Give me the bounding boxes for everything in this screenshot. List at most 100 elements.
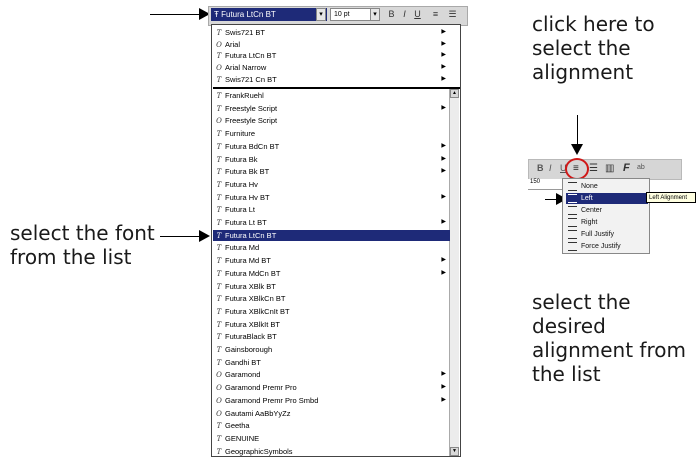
alignment-arrow-head [571,144,583,155]
italic-icon[interactable]: I [399,9,410,20]
truetype-icon: T [216,244,222,253]
annotation-line: from the list [10,245,132,269]
font-list-item[interactable]: T Furniture [213,128,450,139]
font-list-item[interactable]: T Futura LtCn BT [213,229,450,241]
font-name: Freestyle Script [225,116,278,126]
opentype-icon: O [216,409,222,418]
bold-icon[interactable]: B [537,163,544,173]
align-icon[interactable]: ≡ [430,9,441,20]
font-list-item[interactable]: T Futura XBlkCn BT [213,293,450,304]
truetype-icon: T [216,346,222,354]
submenu-arrow-icon: ▶ [441,269,446,276]
font-name: Garamond Premr Pro Smbd [225,395,319,405]
list-icon[interactable]: ☰ [447,9,458,20]
size-dropdown-button[interactable]: ▾ [370,8,380,21]
truetype-icon: T [216,206,222,215]
alignment-option[interactable]: Right [566,217,648,228]
font-list-item[interactable]: O Freestyle Script [213,115,450,126]
font-name-value: Futura LtCn BT [221,10,276,19]
font-list-item[interactable]: T Futura Hv BT ▶ [213,192,450,203]
font-list-item[interactable]: T Futura Lt [213,204,450,215]
truetype-icon: T [216,295,222,304]
alignment-option[interactable]: Full Justify [566,229,648,240]
font-list-item[interactable]: T GENUINE [213,433,450,444]
alignment-tooltip: Left Alignment [646,192,696,203]
alignment-option-icon [568,241,577,251]
font-name: Futura Lt BT [225,218,267,227]
font-name: Futura Md [225,243,260,253]
font-arrow-line [160,236,200,237]
font-name: Futura Hv BT [225,192,270,202]
alignment-option-label: Full Justify [581,231,615,238]
truetype-icon: T [216,231,222,240]
annotation-select-alignment: select the desired alignment from the li… [532,290,697,386]
opentype-icon: O [216,371,222,380]
truetype-icon: T [216,92,222,100]
bold-icon[interactable]: B [386,9,397,20]
columns-icon[interactable]: ▥ [605,163,614,174]
font-list-item[interactable]: T Futura XBlkCnIt BT [213,306,450,317]
font-list-item[interactable]: T Gandhi BT [213,357,450,368]
font-list-item[interactable]: T Futura Lt BT ▶ [213,217,450,228]
opentype-icon: O [216,117,222,126]
alignment-option[interactable]: Center [566,205,648,216]
font-list-item[interactable]: T Futura XBlk BT [213,281,450,292]
font-list-item[interactable]: T Futura LtCn BT ▶ [213,50,450,61]
font-list-item[interactable]: T FuturaBlack BT [213,331,450,342]
font-list-item[interactable]: O Arial ▶ [213,39,450,50]
alignment-menu[interactable]: None Left Center Right Full Justify Force Jus… [562,178,650,254]
font-list-item[interactable]: T Freestyle Script ▶ [213,103,450,114]
underline-icon[interactable]: U [412,9,423,20]
truetype-icon: T [216,130,222,139]
font-list-item[interactable]: O Garamond ▶ [213,369,450,380]
font-list-scrollbar[interactable]: ▲ ▼ [449,89,459,456]
font-name: Futura Bk [225,154,258,164]
font-list-item[interactable]: T Futura BdCn BT ▶ [213,141,450,152]
font-arrow-head [199,230,210,242]
truetype-icon: T [216,447,222,456]
scroll-down-button[interactable]: ▼ [450,447,459,456]
font-list-item[interactable]: T Swis721 BT ▶ [213,27,450,38]
more-icon[interactable]: ab [637,164,645,171]
italic-icon[interactable]: I [549,163,552,173]
scroll-up-button[interactable]: ▲ [450,89,459,98]
font-dropdown-button[interactable]: ▾ [316,8,326,21]
font-list-item[interactable]: T Futura Md BT ▶ [213,255,450,266]
font-name-combo[interactable]: Ŧ Futura LtCn BT [211,8,327,21]
submenu-arrow-icon: ▶ [441,384,446,391]
opentype-icon: O [216,396,222,405]
font-list-item[interactable]: T Geetha [213,420,450,431]
font-list-item[interactable]: T Futura Md [213,242,450,253]
font-list-item[interactable]: T Futura Bk BT ▶ [213,166,450,177]
toolbar-arrow-line [150,14,200,15]
alignment-arrow-line [577,115,578,145]
font-list-item[interactable]: T FrankRuehl [213,90,450,101]
alignment-option[interactable]: None [566,181,648,192]
font-list-item[interactable]: T GeographicSymbols [213,446,450,456]
font-list[interactable]: ▲ ▼ T Swis721 BT ▶ O Arial ▶ T Futura LtCn BT ▶ O… [211,24,461,457]
font-list-item[interactable]: T Futura Hv [213,179,450,190]
ruler: 150 [528,179,562,190]
bullet-list-icon[interactable]: ☰ [589,163,598,174]
font-list-item[interactable]: O Gautami AaBbYyZz [213,408,450,419]
tooltip-text: Left Alignment [649,195,688,201]
font-list-item[interactable]: T Futura MdCn BT ▶ [213,268,450,279]
alignment-option[interactable]: Force Justify [566,241,648,252]
font-list-item[interactable]: O Garamond Premr Pro ▶ [213,382,450,393]
annotation-line: select the desired [532,290,631,338]
font-list-item[interactable]: O Arial Narrow ▶ [213,62,450,73]
opentype-icon: O [216,40,222,49]
font-list-item[interactable]: T Futura XBlkIt BT [213,319,450,330]
font-list-item[interactable]: T Gainsborough [213,344,450,355]
submenu-arrow-icon: ▶ [441,142,446,149]
font-name: Swis721 Cn BT [225,74,277,84]
font-list-item[interactable]: O Garamond Premr Pro Smbd ▶ [213,395,450,406]
alignment-option[interactable]: Left [566,193,648,204]
font-list-item[interactable]: T Futura Bk ▶ [213,154,450,165]
font-name: Futura XBlk BT [225,281,276,291]
font-name: Swis721 BT [225,28,266,37]
format-text-icon[interactable]: F [623,162,630,174]
font-list-item[interactable]: T Swis721 Cn BT ▶ [213,74,450,85]
font-name: Futura Lt [225,205,256,215]
font-name: Garamond Premr Pro [225,383,297,393]
